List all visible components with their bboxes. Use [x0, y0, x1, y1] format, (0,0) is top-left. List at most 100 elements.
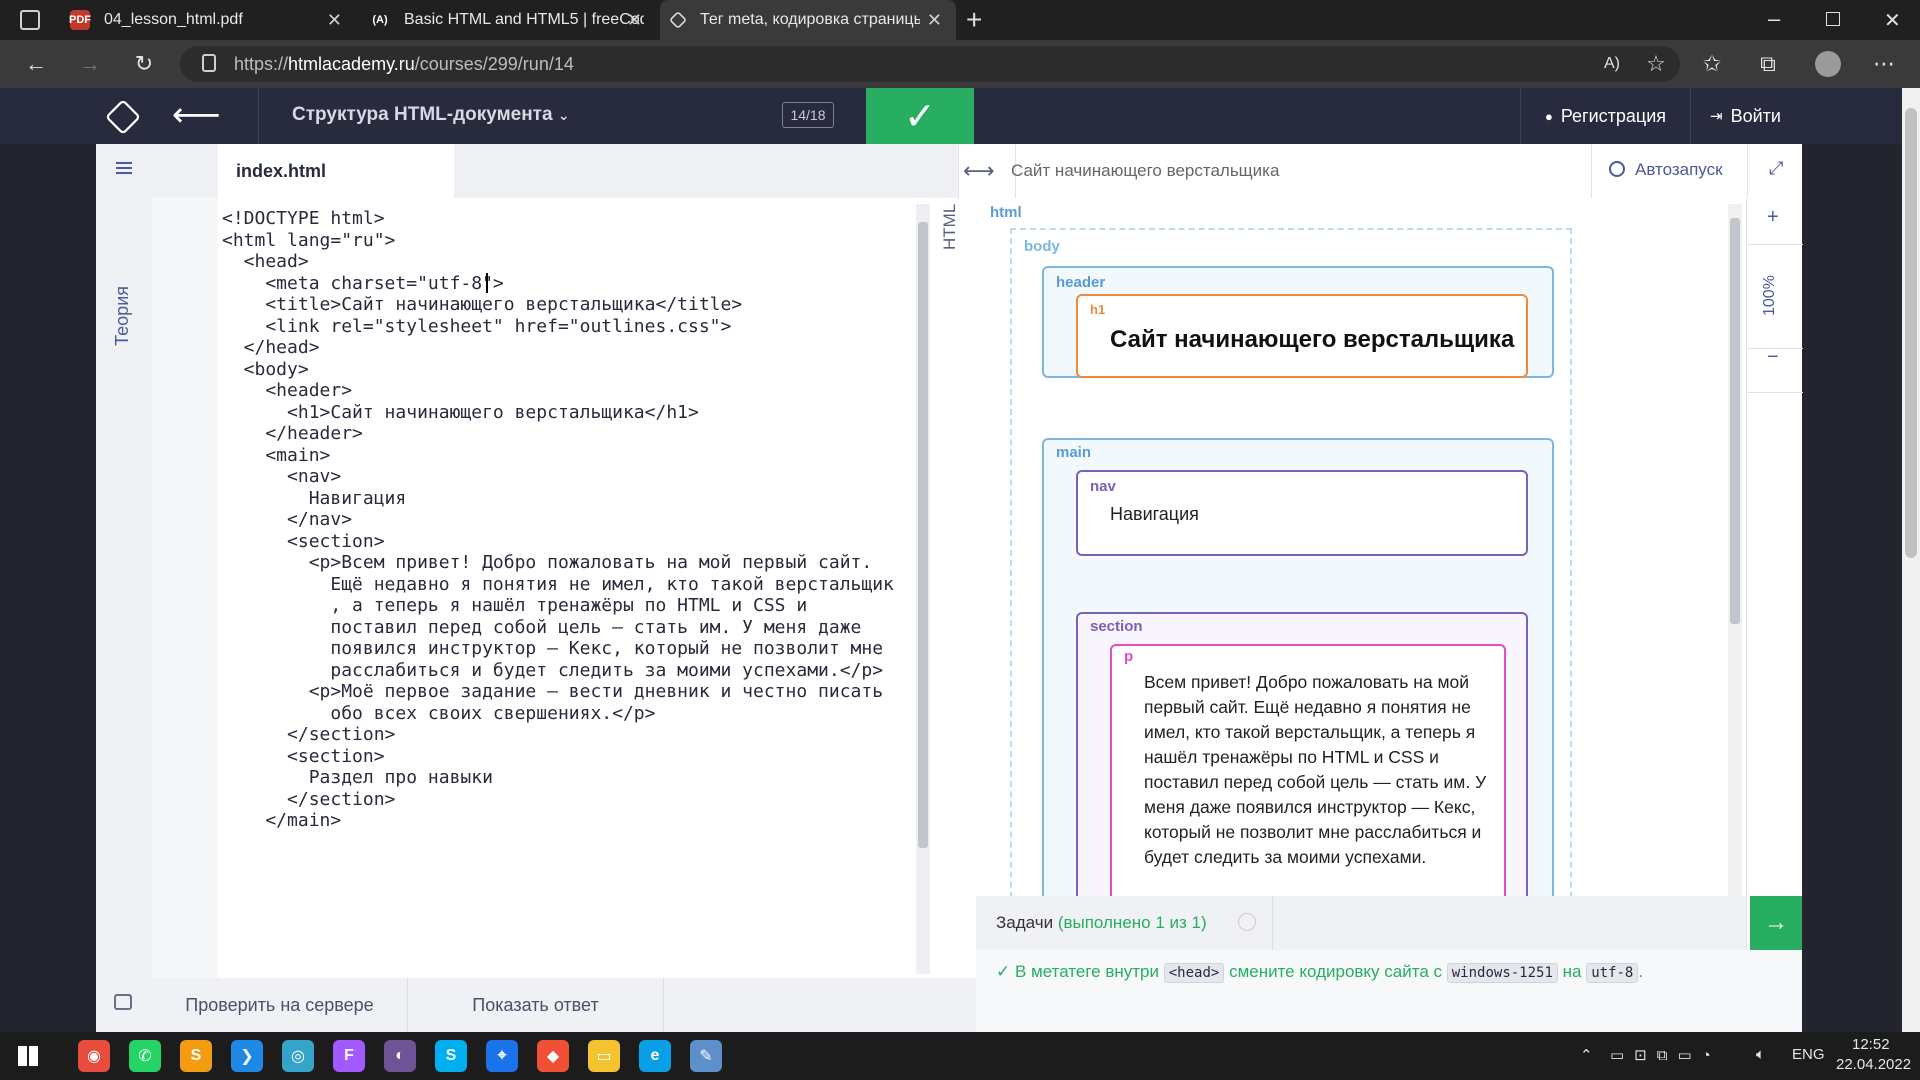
profile-avatar[interactable]: [1812, 48, 1844, 80]
theory-tab[interactable]: Теория: [112, 286, 133, 346]
explorer-icon[interactable]: ▭: [588, 1040, 620, 1072]
code-line[interactable]: </header>: [222, 423, 363, 444]
paint-icon[interactable]: ✎: [690, 1040, 722, 1072]
code-line[interactable]: поставил перед собой цель — стать им. У …: [222, 617, 861, 638]
code-line[interactable]: <meta charset="utf-8">: [222, 273, 503, 294]
login-button[interactable]: ⇥ Войти: [1690, 88, 1800, 144]
new-tab-button[interactable]: +: [966, 4, 982, 36]
info-icon[interactable]: [1238, 913, 1256, 931]
clock-time[interactable]: 12:52: [1852, 1036, 1890, 1053]
edge-icon[interactable]: e: [639, 1040, 671, 1072]
file-tab-index[interactable]: index.html: [218, 144, 454, 198]
close-window-button[interactable]: ✕: [1884, 8, 1901, 33]
forward-icon[interactable]: →: [74, 48, 106, 80]
app5-icon[interactable]: ◎: [282, 1040, 314, 1072]
code-line[interactable]: <section>: [222, 746, 385, 767]
code-line[interactable]: <nav>: [222, 466, 341, 487]
read-aloud-icon[interactable]: A): [1596, 48, 1628, 80]
skype-icon[interactable]: S: [435, 1040, 467, 1072]
back-arrow-icon[interactable]: ⟵: [172, 98, 221, 132]
code-line[interactable]: Ещё недавно я понятия не имел, кто такой…: [222, 574, 894, 595]
code-line[interactable]: обо всех своих свершениях.</p>: [222, 703, 655, 724]
language-indicator[interactable]: ENG: [1792, 1046, 1825, 1063]
show-answer-button[interactable]: Показать ответ: [408, 978, 664, 1032]
htmlacademy-logo[interactable]: [104, 98, 142, 136]
outline-label-header: header: [1056, 274, 1106, 291]
url-field[interactable]: https://htmlacademy.ru/courses/299/run/1…: [180, 46, 1680, 82]
code-line[interactable]: </section>: [222, 724, 395, 745]
reload-icon[interactable]: ↻: [128, 48, 160, 80]
code-line[interactable]: <body>: [222, 359, 309, 380]
menu-icon[interactable]: [116, 162, 132, 174]
code-line[interactable]: <main>: [222, 445, 330, 466]
html-tab-label[interactable]: HTML: [940, 204, 960, 250]
close-icon[interactable]: ✕: [627, 10, 642, 31]
browser-tab-pdf[interactable]: PDF 04_lesson_html.pdf ✕: [60, 0, 356, 40]
tray-chevron-icon[interactable]: ⌃: [1580, 1046, 1593, 1064]
autorun-button[interactable]: Автозапуск: [1609, 160, 1723, 180]
code-line[interactable]: <header>: [222, 380, 352, 401]
code-line[interactable]: <html lang="ru">: [222, 230, 395, 251]
code-line[interactable]: </head>: [222, 337, 320, 358]
code-line[interactable]: </main>: [222, 810, 341, 831]
code-line[interactable]: <p>Моё первое задание — вести дневник и …: [222, 681, 883, 702]
resize-icon[interactable]: ⟷: [963, 158, 995, 184]
next-step-button[interactable]: →: [1748, 896, 1802, 950]
pdf-icon: PDF: [69, 10, 91, 30]
code-line[interactable]: , а теперь я нашёл тренажёры по HTML и C…: [222, 595, 807, 616]
browser-tab-active[interactable]: Тег meta, кодировка страницы ✕: [660, 0, 956, 40]
feedback-icon[interactable]: [114, 994, 132, 1010]
code-line[interactable]: </nav>: [222, 509, 352, 530]
clock-date[interactable]: 22.04.2022: [1836, 1056, 1911, 1073]
code-line[interactable]: <link rel="stylesheet" href="outlines.cs…: [222, 316, 731, 337]
favorites-icon[interactable]: ✩: [1696, 48, 1728, 80]
figma-icon[interactable]: F: [333, 1040, 365, 1072]
tab-actions-icon[interactable]: [20, 10, 40, 30]
theory-sidebar: Теория: [96, 144, 152, 1032]
code-line[interactable]: <!DOCTYPE html>: [222, 208, 385, 229]
more-icon[interactable]: ⋯: [1868, 48, 1900, 80]
page-scrollbar[interactable]: [1902, 88, 1920, 1032]
check-icon: ✓: [996, 962, 1011, 981]
code-line[interactable]: появился инструктор — Кекс, который не п…: [222, 638, 883, 659]
code-line[interactable]: <section>: [222, 531, 385, 552]
sublime-icon[interactable]: S: [180, 1040, 212, 1072]
close-icon[interactable]: ✕: [927, 10, 942, 31]
minimize-button[interactable]: –: [1768, 6, 1780, 32]
course-title[interactable]: Структура HTML-документа ⌄: [292, 104, 570, 126]
windows-start-icon[interactable]: [18, 1046, 38, 1066]
preview-nav-text: Навигация: [1110, 504, 1199, 524]
vscode-icon[interactable]: ❯: [231, 1040, 263, 1072]
code-line[interactable]: <p>Всем привет! Добро пожаловать на мой …: [222, 552, 873, 573]
maps-icon[interactable]: ⌖: [486, 1040, 518, 1072]
back-icon[interactable]: ←: [20, 48, 52, 80]
code-line[interactable]: Навигация: [222, 488, 407, 509]
volume-icon[interactable]: 🔈︎: [1756, 1046, 1765, 1063]
chrome-icon[interactable]: ◉: [78, 1040, 110, 1072]
code-line[interactable]: <h1>Сайт начинающего верстальщика</h1>: [222, 402, 699, 423]
maximize-button[interactable]: [1826, 12, 1840, 26]
code-line[interactable]: <title>Сайт начинающего верстальщика</ti…: [222, 294, 742, 315]
zoom-out-button[interactable]: −: [1767, 346, 1779, 369]
browser-tab-freecodecamp[interactable]: (A) Basic HTML and HTML5 | freeCodeCamp …: [360, 0, 656, 40]
autorun-label: Автозапуск: [1635, 160, 1723, 179]
collections-icon[interactable]: ⧉: [1752, 48, 1784, 80]
register-button[interactable]: ● Регистрация: [1520, 88, 1690, 144]
code-line[interactable]: <head>: [222, 251, 309, 272]
code-line[interactable]: расслабиться и будет следить за моими ус…: [222, 660, 883, 681]
freecodecamp-icon: (A): [372, 14, 388, 26]
whatsapp-icon[interactable]: ✆: [129, 1040, 161, 1072]
favorite-add-icon[interactable]: ☆: [1640, 48, 1672, 80]
chevron-down-icon: ⌄: [557, 107, 570, 123]
check-done-button[interactable]: ✓: [866, 88, 974, 144]
github-icon[interactable]: ◐: [384, 1040, 416, 1072]
zoom-in-button[interactable]: +: [1767, 206, 1779, 229]
fullscreen-icon[interactable]: ⤢: [1769, 158, 1783, 179]
code-line[interactable]: Раздел про навыки: [222, 767, 493, 788]
close-icon[interactable]: ✕: [327, 10, 342, 31]
code-line[interactable]: </section>: [222, 789, 395, 810]
outline-label-body: body: [1024, 238, 1060, 255]
git-icon[interactable]: ◆: [537, 1040, 569, 1072]
preview-scrollbar[interactable]: [1728, 204, 1742, 896]
check-on-server-button[interactable]: Проверить на сервере: [152, 978, 408, 1032]
